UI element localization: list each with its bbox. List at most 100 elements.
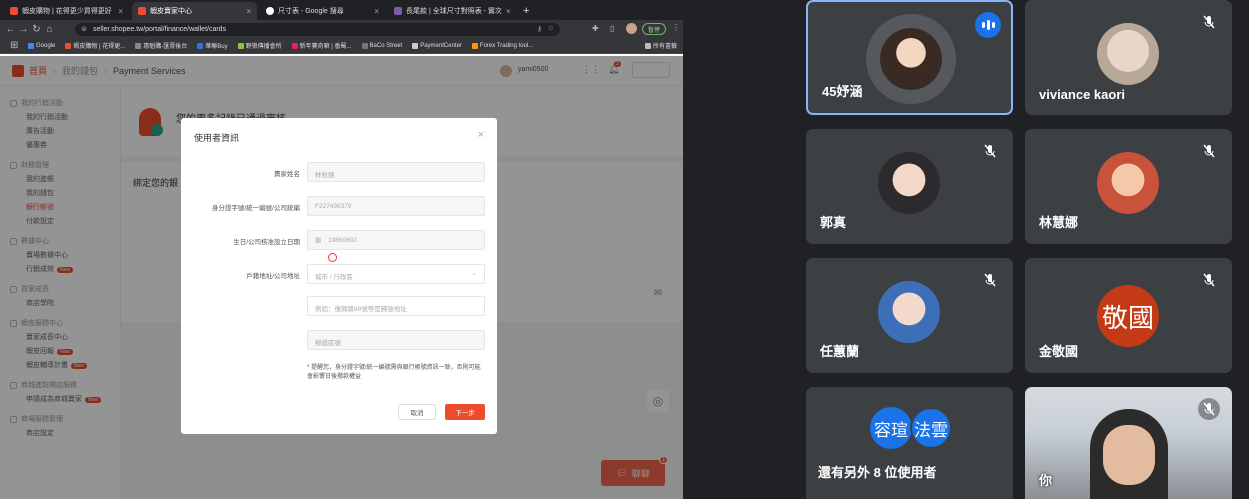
mini-avatar: 法雲 bbox=[910, 407, 952, 449]
forward-icon[interactable]: → bbox=[17, 24, 30, 35]
calendar-icon: ▦ bbox=[315, 237, 322, 244]
browser-window: 蝦皮購物 | 花得更少買得更好 × 蝦皮賣家中心 × 尺寸表 - Google … bbox=[0, 0, 683, 499]
bookmark-icon bbox=[197, 42, 204, 49]
participant-tile[interactable]: 任蕙蘭 bbox=[806, 258, 1013, 373]
birthday-input[interactable]: ▦ 19860602 bbox=[307, 230, 485, 250]
browser-tab[interactable]: 尺寸表 - Google 搜尋 × bbox=[260, 2, 385, 20]
new-tab-button[interactable]: + bbox=[517, 2, 535, 20]
more-participants-tile[interactable]: 容瑄 法雲 還有另外 8 位使用者 bbox=[806, 387, 1013, 499]
chevron-down-icon: ⌄ bbox=[471, 270, 477, 277]
street-address-input[interactable]: 例如：復興路88號等是歸誰地址 bbox=[307, 296, 485, 316]
initials-avatar: 敬國 bbox=[1097, 285, 1159, 347]
seller-name-input[interactable]: 林秋錦 bbox=[307, 162, 485, 182]
home-icon[interactable]: ⌂ bbox=[43, 24, 56, 35]
city-district-select[interactable]: 城市 / 行政區 ⌄ bbox=[307, 264, 485, 284]
bookmark-icon bbox=[361, 42, 368, 49]
browser-tab[interactable]: 蝦皮購物 | 花得更少買得更好 × bbox=[4, 2, 129, 20]
close-icon[interactable]: × bbox=[506, 7, 511, 16]
profile-status-button[interactable]: 暫停 bbox=[642, 23, 667, 35]
url-field[interactable]: ⊜ seller.shopee.tw/portal/finance/wallet… bbox=[75, 23, 560, 36]
mic-off-icon bbox=[1198, 11, 1220, 33]
bookmark-item[interactable]: 惠魁購-匯賣後台 bbox=[135, 41, 187, 50]
bookmark-item[interactable]: 新年賽奇嘛 | 香蜀... bbox=[291, 41, 352, 50]
more-participants-label: 還有另外 8 位使用者 bbox=[818, 465, 937, 480]
participant-name: 金敬國 bbox=[1039, 344, 1079, 359]
participant-name: viviance kaori bbox=[1039, 87, 1125, 102]
bookmark-item[interactable]: 華聯Buy bbox=[197, 41, 228, 50]
bookmark-folder[interactable]: 所有書籤 bbox=[644, 41, 677, 50]
form-row: 郵遞區號 bbox=[181, 330, 497, 352]
menu-icon[interactable]: ⋮ bbox=[672, 23, 680, 32]
reload-icon[interactable]: ↻ bbox=[30, 24, 43, 35]
speaking-indicator-icon bbox=[975, 12, 1001, 38]
bookmark-icon bbox=[135, 42, 142, 49]
bookmark-icon bbox=[28, 42, 34, 49]
bookmark-icon bbox=[237, 42, 244, 49]
address-label: 戶籍地址/公司地址 bbox=[246, 273, 300, 280]
postal-code-input[interactable]: 郵遞區號 bbox=[307, 330, 485, 350]
bookmark-item[interactable]: PaymentCenter bbox=[412, 42, 462, 49]
mic-off-icon bbox=[1198, 398, 1220, 420]
user-info-modal: 使用者資訊 × 賣家姓名 林秋錦 身分證字號/統一編號/公司統編 F227436… bbox=[181, 118, 497, 434]
modal-title: 使用者資訊 bbox=[194, 133, 240, 143]
site-favicon-icon bbox=[394, 7, 402, 15]
sidepanel-icon[interactable]: ▯ bbox=[610, 24, 614, 33]
form-row: 賣家姓名 林秋錦 bbox=[181, 162, 497, 184]
id-number-label: 身分證字號/統一編號/公司統編 bbox=[211, 205, 300, 212]
form-row: 例如：復興路88號等是歸誰地址 bbox=[181, 296, 497, 318]
not-allowed-cursor-icon bbox=[328, 253, 337, 262]
bookmark-item[interactable]: Google bbox=[28, 42, 55, 49]
self-video-face bbox=[1103, 425, 1155, 485]
next-step-button[interactable]: 下一步 bbox=[445, 404, 485, 420]
shopee-favicon-icon bbox=[10, 7, 18, 15]
tab-strip: 蝦皮購物 | 花得更少買得更好 × 蝦皮賣家中心 × 尺寸表 - Google … bbox=[0, 0, 683, 20]
key-icon[interactable]: ⚷ bbox=[537, 25, 542, 33]
google-favicon-icon bbox=[266, 7, 274, 15]
back-icon[interactable]: ← bbox=[4, 24, 17, 35]
seller-name-label: 賣家姓名 bbox=[274, 171, 300, 178]
bookmark-item[interactable]: 野狼傳播會所 bbox=[237, 41, 282, 50]
mic-off-icon bbox=[979, 269, 1001, 291]
avatar bbox=[1097, 152, 1159, 214]
site-info-icon[interactable]: ⊜ bbox=[81, 25, 87, 33]
bookmark-icon bbox=[412, 42, 419, 49]
id-number-input[interactable]: F227436379 bbox=[307, 196, 485, 216]
participant-tile[interactable]: viviance kaori bbox=[1025, 0, 1232, 115]
mic-off-icon bbox=[1198, 140, 1220, 162]
self-video-tile[interactable]: 你 bbox=[1025, 387, 1232, 499]
participant-tile[interactable]: 敬國 金敬國 bbox=[1025, 258, 1232, 373]
browser-tab[interactable]: 長尾款 | 全球尺寸對照表 - 實次 × bbox=[388, 2, 513, 20]
avatar bbox=[880, 28, 942, 90]
extensions-icon[interactable]: ✚ bbox=[592, 24, 599, 33]
bookmark-item[interactable]: Forex Trading tool... bbox=[471, 42, 533, 49]
participant-name: 任蕙蘭 bbox=[820, 344, 860, 359]
apps-grid-icon[interactable]: ⊞ bbox=[10, 40, 18, 51]
participant-tile[interactable]: 45妤涵 bbox=[806, 0, 1013, 115]
participant-tile[interactable]: 郭真 bbox=[806, 129, 1013, 244]
birthday-label: 生日/公司核准設立日期 bbox=[233, 239, 300, 246]
avatar bbox=[878, 281, 940, 343]
mini-avatar: 容瑄 bbox=[870, 407, 912, 449]
bookmark-star-icon[interactable]: ☆ bbox=[548, 24, 554, 32]
form-row: 身分證字號/統一編號/公司統編 F227436379 bbox=[181, 196, 497, 218]
bookmarks-bar: ⊞ Google 蝦皮購物 | 花得更... 惠魁購-匯賣後台 華聯Buy 野狼… bbox=[0, 38, 683, 54]
avatar bbox=[1097, 23, 1159, 85]
close-icon[interactable]: × bbox=[118, 7, 123, 16]
profile-avatar[interactable] bbox=[626, 23, 637, 34]
close-icon[interactable]: × bbox=[374, 7, 379, 16]
close-icon[interactable]: × bbox=[478, 129, 484, 141]
cancel-button[interactable]: 取消 bbox=[398, 404, 436, 420]
participant-tile[interactable]: 林慧娜 bbox=[1025, 129, 1232, 244]
participant-name: 45妤涵 bbox=[822, 84, 863, 99]
bookmark-item[interactable]: BaCo Street bbox=[361, 42, 402, 49]
bookmark-icon bbox=[471, 42, 478, 49]
browser-tab-active[interactable]: 蝦皮賣家中心 × bbox=[132, 2, 257, 20]
mic-off-icon bbox=[979, 140, 1001, 162]
form-row: 戶籍地址/公司地址 城市 / 行政區 ⌄ bbox=[181, 264, 497, 286]
participant-name: 林慧娜 bbox=[1039, 215, 1079, 230]
close-icon[interactable]: × bbox=[246, 7, 251, 16]
address-bar-row: ← → ↻ ⌂ ⊜ seller.shopee.tw/portal/financ… bbox=[0, 20, 683, 38]
bookmark-item[interactable]: 蝦皮購物 | 花得更... bbox=[65, 41, 125, 50]
mic-off-icon bbox=[1198, 269, 1220, 291]
folder-icon bbox=[644, 42, 651, 49]
